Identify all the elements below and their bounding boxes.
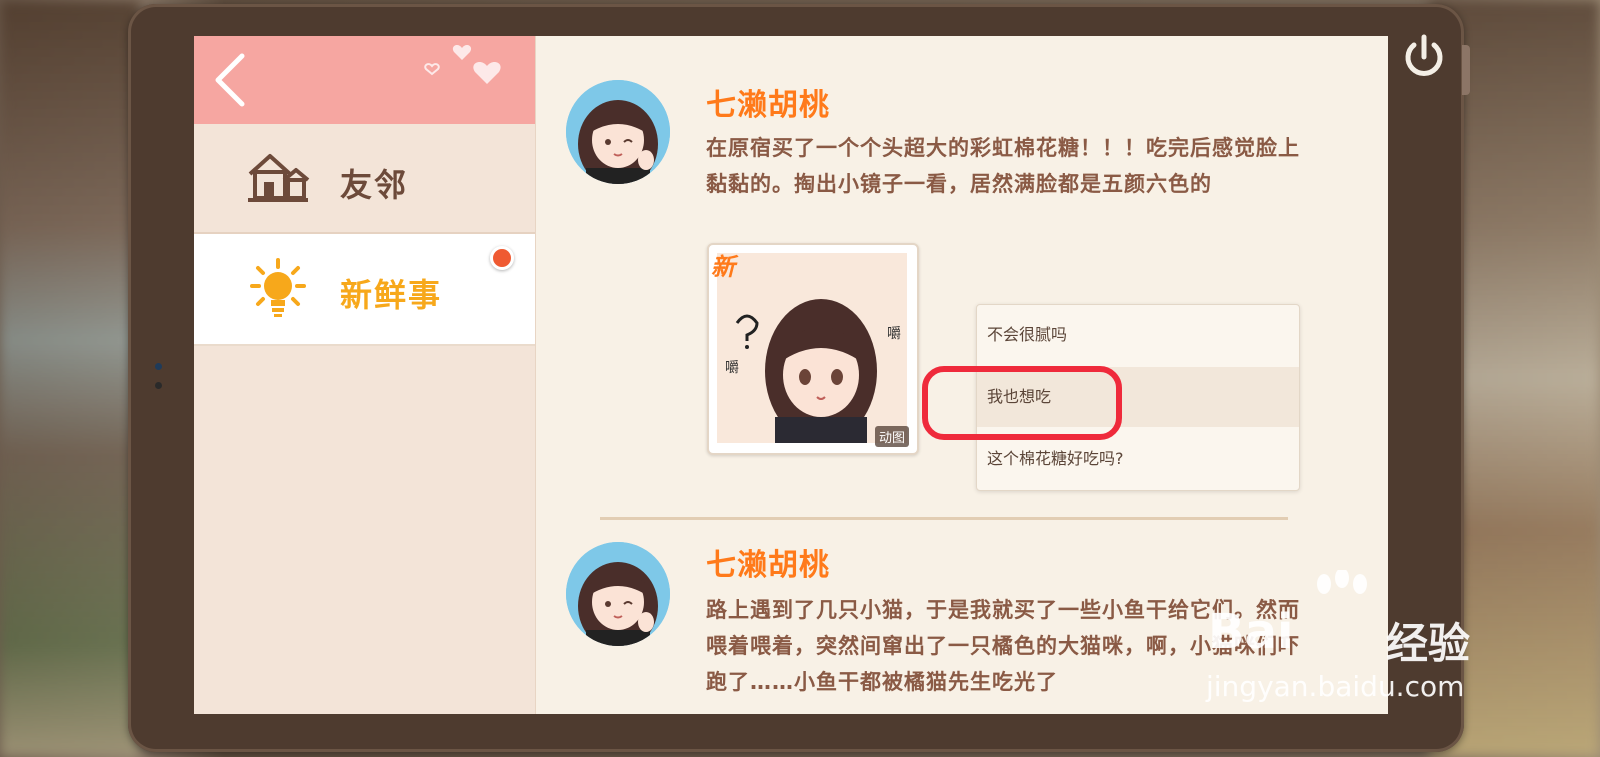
- tablet-side-button: [1462, 45, 1470, 95]
- sidebar-item-label: 新鲜事: [340, 276, 443, 314]
- hearts-decoration: [424, 45, 501, 84]
- sidebar-item-news[interactable]: 新鲜事: [194, 234, 535, 346]
- avatar[interactable]: [566, 80, 670, 184]
- back-button[interactable]: [210, 52, 254, 108]
- animated-tag: 动图: [874, 426, 909, 447]
- reply-options-menu: 不会很腻吗 我也想吃 这个棉花糖好吃吗?: [976, 304, 1300, 491]
- sidebar-header: [194, 36, 535, 124]
- reply-option-selected[interactable]: 我也想吃: [977, 367, 1299, 427]
- power-icon[interactable]: [1398, 31, 1450, 83]
- watermark-url: jingyan.baidu.com: [1206, 670, 1465, 703]
- sound-effect-text: 嚼: [887, 326, 901, 342]
- watermark: Bai 经验 jingyan.baidu.com: [1196, 570, 1496, 720]
- sticker-image: 嚼 嚼: [717, 253, 907, 443]
- sensor-dot: [155, 382, 162, 389]
- watermark-brand-cn: 经验: [1386, 619, 1471, 668]
- sidebar-item-label: 友邻: [340, 166, 409, 204]
- post-sticker[interactable]: 嚼 嚼 新 动图: [707, 243, 919, 455]
- background-left: [0, 0, 140, 757]
- watermark-brand: Bai: [1208, 604, 1294, 660]
- sidebar: 友邻 新鲜事: [194, 36, 536, 714]
- lightbulb-icon: [246, 258, 310, 318]
- reply-option[interactable]: 不会很腻吗: [977, 305, 1299, 365]
- avatar[interactable]: [566, 542, 670, 646]
- sidebar-item-friends[interactable]: 友邻: [194, 124, 535, 234]
- reply-option[interactable]: 这个棉花糖好吃吗?: [977, 429, 1299, 489]
- paw-icon: [1317, 570, 1367, 594]
- post-text: 在原宿买了一个个头超大的彩虹棉花糖！！！吃完后感觉脸上黏黏的。掏出小镜子一看，居…: [706, 136, 1300, 196]
- post-author[interactable]: 七濑胡桃: [706, 80, 830, 124]
- feed-post: 七濑胡桃 在原宿买了一个个头超大的彩虹棉花糖！！！吃完后感觉脸上黏黏的。掏出小镜…: [536, 36, 1388, 516]
- notification-badge: [490, 246, 514, 270]
- camera-dot: [155, 363, 162, 370]
- new-tag: 新: [711, 253, 735, 281]
- house-icon: [246, 148, 310, 208]
- sound-effect-text: 嚼: [725, 360, 739, 376]
- post-author[interactable]: 七濑胡桃: [706, 540, 830, 584]
